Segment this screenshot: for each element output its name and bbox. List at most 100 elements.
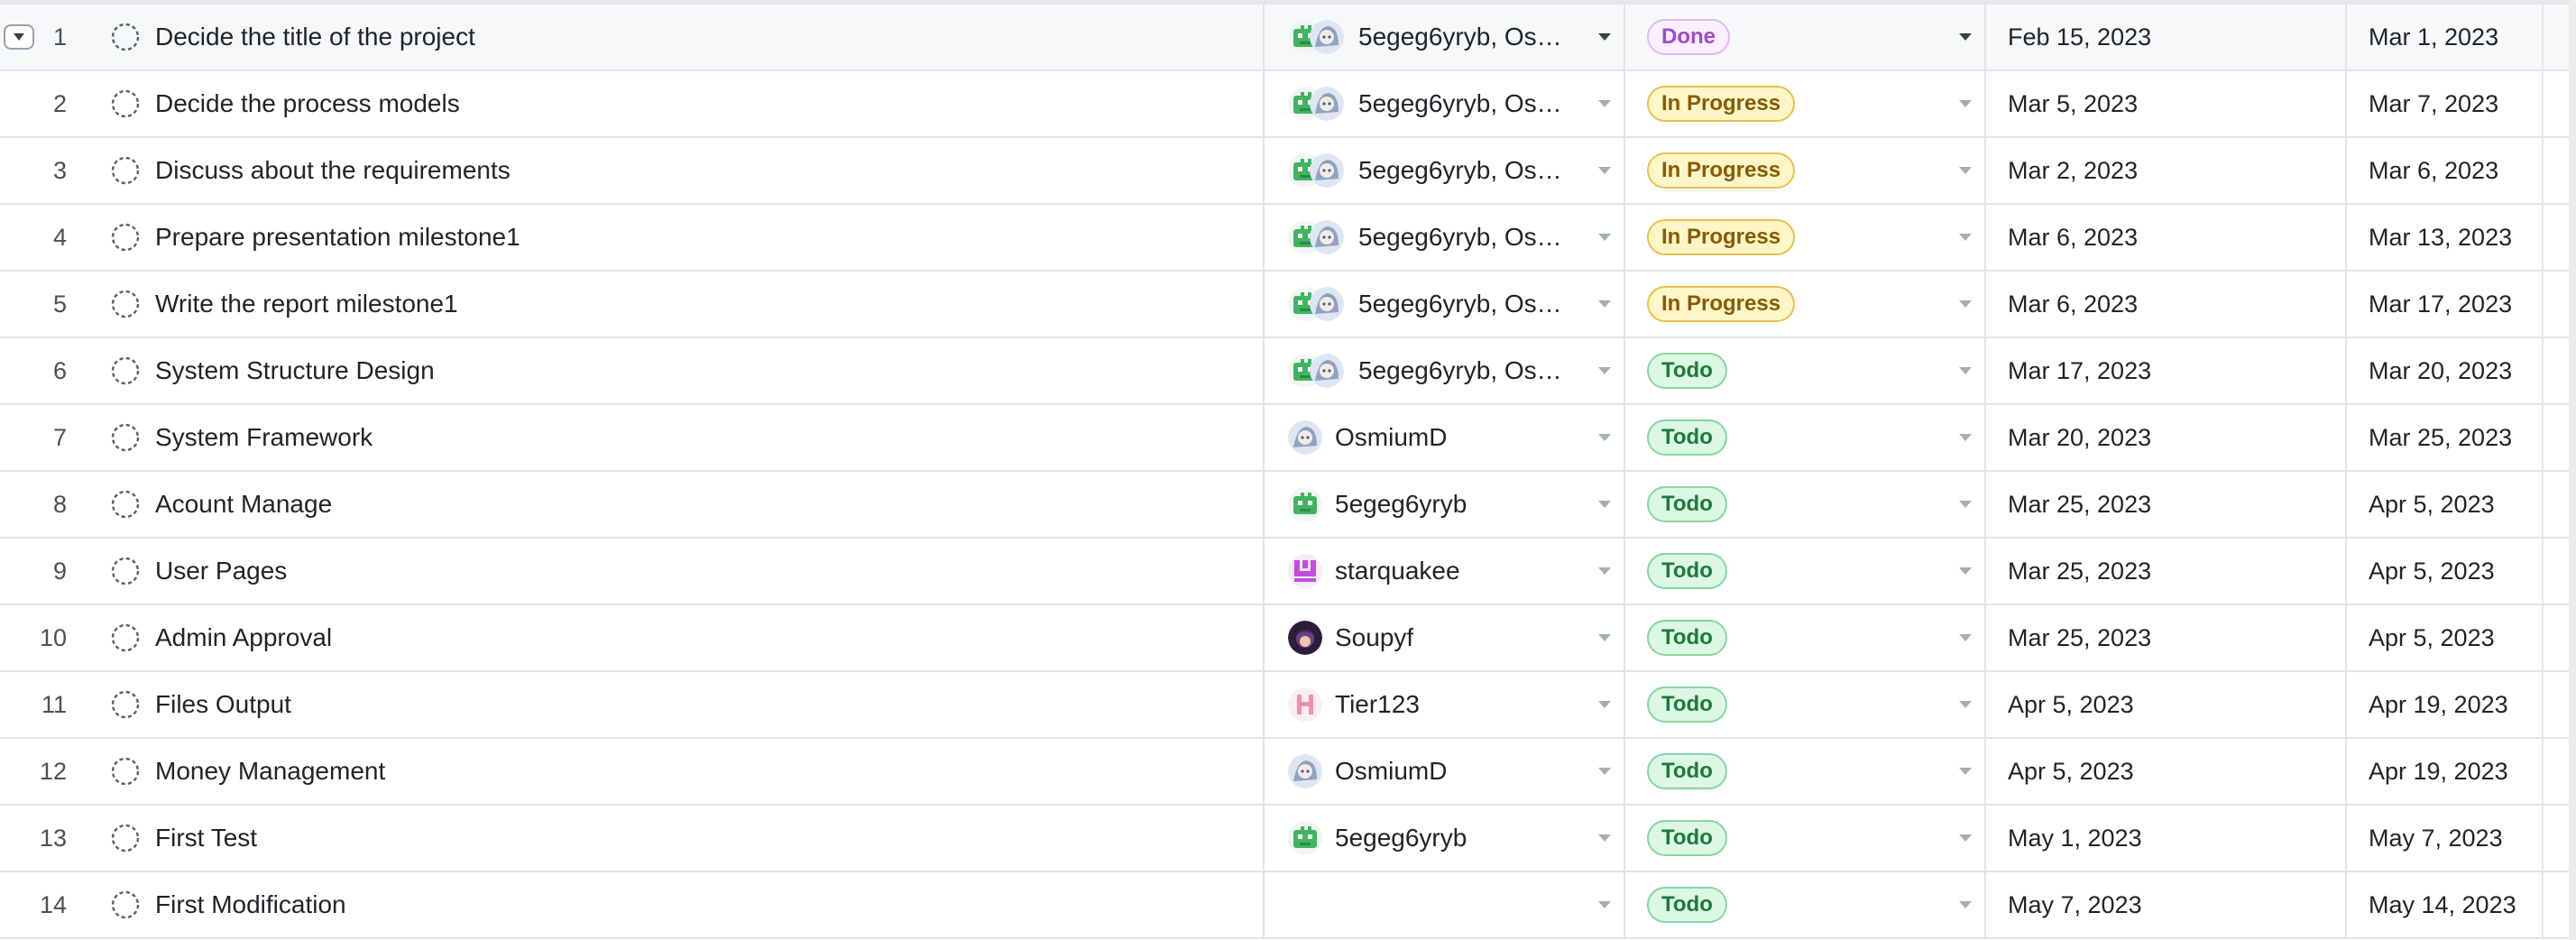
start-date-cell[interactable]: Apr 5, 2023 xyxy=(1986,739,2347,804)
dropdown-caret-icon[interactable] xyxy=(1959,33,1972,41)
status-cell[interactable]: Todo xyxy=(1625,739,1986,804)
start-date-cell[interactable]: Feb 15, 2023 xyxy=(1986,5,2347,69)
dropdown-caret-icon[interactable] xyxy=(1959,434,1972,441)
dropdown-caret-icon[interactable] xyxy=(1598,501,1611,508)
status-cell[interactable]: Todo xyxy=(1625,539,1986,604)
title-cell[interactable]: Write the report milestone1 xyxy=(108,272,1265,336)
start-date-cell[interactable]: Mar 25, 2023 xyxy=(1986,539,2347,604)
assignees-cell[interactable]: 5egeg6yryb xyxy=(1265,806,1625,871)
table-row[interactable]: 1 Decide the title of the project 5egeg6yr… xyxy=(0,5,2576,71)
status-cell[interactable]: Todo xyxy=(1625,472,1986,537)
start-date-cell[interactable]: Mar 20, 2023 xyxy=(1986,405,2347,470)
title-cell[interactable]: First Modification xyxy=(108,872,1265,937)
assignees-cell[interactable]: 5egeg6yryb, OsmiumD xyxy=(1265,5,1625,69)
table-row[interactable]: 5 Write the report milestone1 5egeg6yryb, … xyxy=(0,272,2576,338)
start-date-cell[interactable]: Mar 6, 2023 xyxy=(1986,205,2347,270)
title-cell[interactable]: Discuss about the requirements xyxy=(108,138,1265,203)
assignees-cell[interactable]: Soupyf xyxy=(1265,605,1625,670)
dropdown-caret-icon[interactable] xyxy=(1959,901,1972,908)
status-cell[interactable]: Todo xyxy=(1625,338,1986,403)
dropdown-caret-icon[interactable] xyxy=(1598,100,1611,107)
assignees-cell[interactable]: OsmiumD xyxy=(1265,405,1625,470)
dropdown-caret-icon[interactable] xyxy=(1598,634,1611,641)
title-cell[interactable]: System Framework xyxy=(108,405,1265,470)
assignees-cell[interactable]: 5egeg6yryb, OsmiumD xyxy=(1265,272,1625,336)
dropdown-caret-icon[interactable] xyxy=(1598,167,1611,174)
dropdown-caret-icon[interactable] xyxy=(1959,701,1972,708)
start-date-cell[interactable]: Mar 25, 2023 xyxy=(1986,472,2347,537)
dropdown-caret-icon[interactable] xyxy=(1959,300,1972,308)
dropdown-caret-icon[interactable] xyxy=(1598,434,1611,441)
status-cell[interactable]: In Progress xyxy=(1625,272,1986,336)
start-date-cell[interactable]: May 1, 2023 xyxy=(1986,806,2347,871)
title-cell[interactable]: Decide the title of the project xyxy=(108,5,1265,69)
assignees-cell[interactable]: 5egeg6yryb, OsmiumD xyxy=(1265,138,1625,203)
table-row[interactable]: 8 Acount Manage 5egeg6yryb Todo Mar 25, 2023… xyxy=(0,472,2576,539)
table-row[interactable]: 11 Files Output Tier123 Todo Apr 5, 2023 Apr … xyxy=(0,672,2576,739)
dropdown-caret-icon[interactable] xyxy=(1959,234,1972,241)
table-row[interactable]: 3 Discuss about the requirements 5egeg6yry… xyxy=(0,138,2576,205)
assignees-cell[interactable]: 5egeg6yryb, OsmiumD xyxy=(1265,205,1625,270)
status-cell[interactable]: Todo xyxy=(1625,672,1986,737)
start-date-cell[interactable]: Mar 5, 2023 xyxy=(1986,71,2347,136)
start-date-cell[interactable]: Mar 17, 2023 xyxy=(1986,338,2347,403)
title-cell[interactable]: Admin Approval xyxy=(108,605,1265,670)
title-cell[interactable]: First Test xyxy=(108,806,1265,871)
dropdown-caret-icon[interactable] xyxy=(1598,567,1611,575)
assignees-cell[interactable] xyxy=(1265,872,1625,937)
status-cell[interactable]: In Progress xyxy=(1625,138,1986,203)
status-cell[interactable]: Todo xyxy=(1625,605,1986,670)
status-cell[interactable]: Todo xyxy=(1625,872,1986,937)
status-cell[interactable]: Todo xyxy=(1625,405,1986,470)
row-expand-chevron-icon[interactable] xyxy=(4,24,34,50)
dropdown-caret-icon[interactable] xyxy=(1598,300,1611,308)
dropdown-caret-icon[interactable] xyxy=(1959,768,1972,775)
table-row[interactable]: 10 Admin Approval Soupyf Todo Mar 25, 2023 Ap… xyxy=(0,605,2576,672)
table-row[interactable]: 6 System Structure Design 5egeg6yryb, Osmi… xyxy=(0,338,2576,405)
dropdown-caret-icon[interactable] xyxy=(1598,701,1611,708)
start-date-cell[interactable]: Mar 6, 2023 xyxy=(1986,272,2347,336)
status-cell[interactable]: Todo xyxy=(1625,806,1986,871)
title-cell[interactable]: System Structure Design xyxy=(108,338,1265,403)
table-row[interactable]: 12 Money Management OsmiumD Todo Apr 5, 2023… xyxy=(0,739,2576,806)
start-date-cell[interactable]: May 7, 2023 xyxy=(1986,872,2347,937)
dropdown-caret-icon[interactable] xyxy=(1598,901,1611,908)
title-cell[interactable]: Acount Manage xyxy=(108,472,1265,537)
dropdown-caret-icon[interactable] xyxy=(1959,501,1972,508)
title-cell[interactable]: Money Management xyxy=(108,739,1265,804)
table-row[interactable]: 7 System Framework OsmiumD Todo Mar 20, 2023… xyxy=(0,405,2576,472)
dropdown-caret-icon[interactable] xyxy=(1959,834,1972,842)
title-cell[interactable]: Decide the process models xyxy=(108,71,1265,136)
dropdown-caret-icon[interactable] xyxy=(1959,167,1972,174)
dropdown-caret-icon[interactable] xyxy=(1959,567,1972,575)
title-cell[interactable]: Files Output xyxy=(108,672,1265,737)
table-row[interactable]: 9 User Pages starquakee Todo Mar 25, 2023 Apr… xyxy=(0,539,2576,605)
title-cell[interactable]: Prepare presentation milestone1 xyxy=(108,205,1265,270)
dropdown-caret-icon[interactable] xyxy=(1598,234,1611,241)
status-cell[interactable]: In Progress xyxy=(1625,205,1986,270)
table-row[interactable]: 13 First Test 5egeg6yryb Todo May 1, 2023 May… xyxy=(0,806,2576,872)
dropdown-caret-icon[interactable] xyxy=(1598,33,1611,41)
dropdown-caret-icon[interactable] xyxy=(1598,834,1611,842)
title-cell[interactable]: User Pages xyxy=(108,539,1265,604)
start-date-cell[interactable]: Apr 5, 2023 xyxy=(1986,672,2347,737)
assignees-cell[interactable]: OsmiumD xyxy=(1265,739,1625,804)
dropdown-caret-icon[interactable] xyxy=(1598,768,1611,775)
vertical-scrollbar[interactable] xyxy=(2569,0,2576,940)
assignees-cell[interactable]: 5egeg6yryb, OsmiumD xyxy=(1265,338,1625,403)
assignees-cell[interactable]: 5egeg6yryb, OsmiumD xyxy=(1265,71,1625,136)
assignees-cell[interactable]: starquakee xyxy=(1265,539,1625,604)
assignees-cell[interactable]: 5egeg6yryb xyxy=(1265,472,1625,537)
dropdown-caret-icon[interactable] xyxy=(1959,367,1972,374)
dropdown-caret-icon[interactable] xyxy=(1598,367,1611,374)
dropdown-caret-icon[interactable] xyxy=(1959,100,1972,107)
start-date-cell[interactable]: Mar 25, 2023 xyxy=(1986,605,2347,670)
table-row[interactable]: 14 First Modification Todo May 7, 2023 May 1… xyxy=(0,872,2576,939)
table-row[interactable]: 2 Decide the process models 5egeg6yryb, Os… xyxy=(0,71,2576,138)
assignees-cell[interactable]: Tier123 xyxy=(1265,672,1625,737)
status-cell[interactable]: In Progress xyxy=(1625,71,1986,136)
dropdown-caret-icon[interactable] xyxy=(1959,634,1972,641)
start-date-cell[interactable]: Mar 2, 2023 xyxy=(1986,138,2347,203)
status-cell[interactable]: Done xyxy=(1625,5,1986,69)
table-row[interactable]: 4 Prepare presentation milestone1 5egeg6yr… xyxy=(0,205,2576,272)
